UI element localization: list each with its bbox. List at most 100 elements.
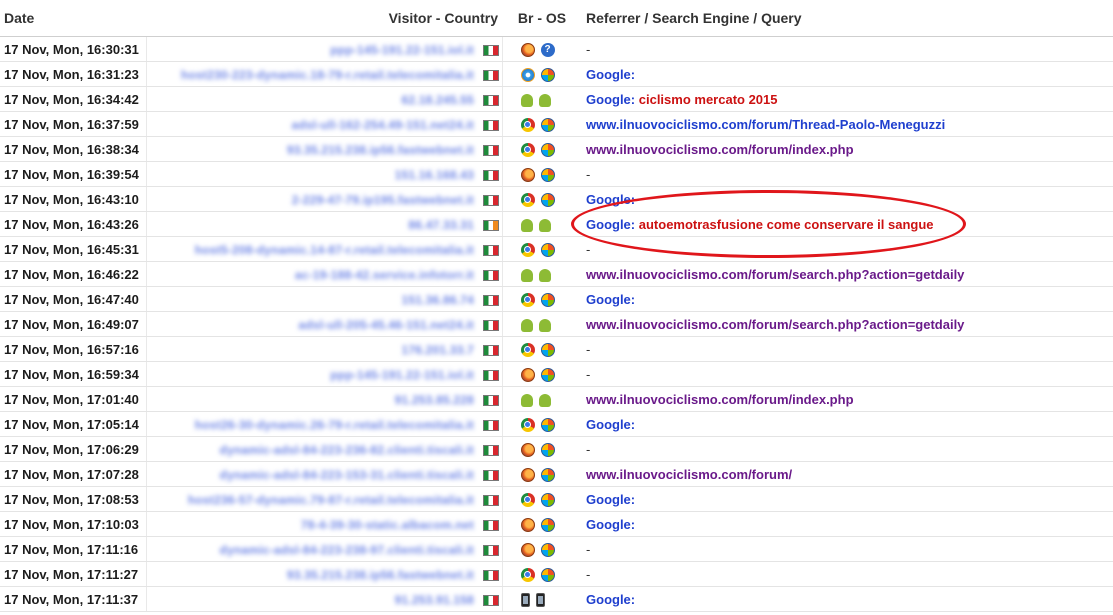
- visit-date: 17 Nov, Mon, 16:47:40: [0, 286, 147, 312]
- visit-date: 17 Nov, Mon, 17:08:53: [0, 486, 147, 512]
- referrer-cell: www.ilnuovociclismo.com/forum/search.php…: [578, 311, 1113, 337]
- referrer-google-link[interactable]: Google:: [586, 417, 635, 432]
- firefox-icon: [520, 517, 535, 532]
- referrer-url-link[interactable]: www.ilnuovociclismo.com/forum/Thread-Pao…: [586, 117, 945, 132]
- referrer-url-link[interactable]: www.ilnuovociclismo.com/forum/: [586, 467, 792, 482]
- visit-date: 17 Nov, Mon, 17:10:03: [0, 511, 147, 537]
- visitor-hostname[interactable]: 91.253.85.228: [395, 393, 474, 407]
- visitor-cell: dynamic-adsl-84-223-238-97.clienti.tisca…: [146, 536, 480, 562]
- referrer-google-link[interactable]: Google:: [586, 67, 635, 82]
- android-icon: [538, 318, 551, 332]
- visitor-hostname[interactable]: 151.36.86.74: [402, 293, 474, 307]
- referrer-google-link[interactable]: Google:: [586, 217, 635, 232]
- browser-os-cell: [502, 486, 579, 512]
- browser-os-cell: [502, 536, 579, 562]
- visitor-hostname[interactable]: 78-4-39-30-static.albacom.net: [301, 518, 474, 532]
- visitor-hostname[interactable]: 93.35.215.238.ip56.fastwebnet.it: [287, 568, 474, 582]
- visitor-cell: adsl-ull-162-254.49-151.net24.it: [146, 111, 480, 137]
- column-header-referrer[interactable]: Referrer / Search Engine / Query: [578, 0, 1113, 37]
- visitor-hostname[interactable]: dynamic-adsl-84-223-238-97.clienti.tisca…: [220, 543, 474, 557]
- column-header-visitor-country[interactable]: Visitor - Country: [146, 0, 503, 37]
- country-cell: [480, 286, 503, 312]
- referrer-google-link[interactable]: Google:: [586, 292, 635, 307]
- visitor-hostname[interactable]: 93.35.215.238.ip56.fastwebnet.it: [287, 143, 474, 157]
- column-header-date[interactable]: Date: [0, 0, 146, 37]
- visit-date: 17 Nov, Mon, 16:59:34: [0, 361, 147, 387]
- referrer-google-link[interactable]: Google:: [586, 592, 635, 607]
- table-header-row: Date Visitor - Country Br - OS Referrer …: [0, 0, 1113, 37]
- table-row: 17 Nov, Mon, 17:11:37 91.253.91.158 Google…: [0, 586, 1113, 612]
- visitor-hostname[interactable]: ppp-145-191.22-151.iol.it: [330, 43, 474, 57]
- browser-os-cell: [502, 561, 579, 587]
- italy-flag-icon: [482, 544, 499, 556]
- windows-icon: [540, 67, 555, 82]
- visitor-hostname[interactable]: adsl-ull-205-45.46-151.net24.it: [298, 318, 474, 332]
- android-icon: [538, 93, 551, 107]
- referrer-cell: www.ilnuovociclismo.com/forum/search.php…: [578, 261, 1113, 287]
- referrer-google-link[interactable]: Google:: [586, 192, 635, 207]
- table-row: 17 Nov, Mon, 16:39:54 151.16.168.43 -: [0, 161, 1113, 187]
- referrer-url-link[interactable]: www.ilnuovociclismo.com/forum/search.php…: [586, 317, 964, 332]
- referrer-google-link[interactable]: Google:: [586, 517, 635, 532]
- country-cell: [480, 261, 503, 287]
- country-cell: [480, 511, 503, 537]
- browser-os-cell: [502, 111, 579, 137]
- referrer-url-link[interactable]: www.ilnuovociclismo.com/forum/index.php: [586, 392, 854, 407]
- italy-flag-icon: [482, 69, 499, 81]
- referrer-none: -: [586, 341, 591, 357]
- country-cell: [480, 336, 503, 362]
- browser-os-cell: [502, 336, 579, 362]
- referrer-url-link[interactable]: www.ilnuovociclismo.com/forum/search.php…: [586, 267, 964, 282]
- android-icon: [520, 393, 533, 407]
- visitor-hostname[interactable]: dynamic-adsl-84-223-153-31.clienti.tisca…: [220, 468, 474, 482]
- search-query-text[interactable]: autoemotrasfusione come conservare il sa…: [639, 217, 934, 232]
- table-row: 17 Nov, Mon, 16:34:42 62.18.245.55 Google:…: [0, 86, 1113, 112]
- visitor-hostname[interactable]: dynamic-adsl-84-223-236-82.clienti.tisca…: [220, 443, 474, 457]
- table-row: 17 Nov, Mon, 17:01:40 91.253.85.228 www.il…: [0, 386, 1113, 412]
- referrer-url-link[interactable]: www.ilnuovociclismo.com/forum/index.php: [586, 142, 854, 157]
- italy-flag-icon: [482, 419, 499, 431]
- visitor-cell: 176.201.33.7: [146, 336, 480, 362]
- search-query-text[interactable]: ciclismo mercato 2015: [639, 92, 778, 107]
- visitor-hostname[interactable]: 151.16.168.43: [395, 168, 474, 182]
- visitor-hostname[interactable]: host5-208-dynamic.14-87-r.retail.telecom…: [195, 243, 474, 257]
- visitor-hostname[interactable]: ac-19-188-42.service.infotorr.it: [295, 268, 474, 282]
- visitor-hostname[interactable]: host230-223-dynamic.18-79-r.retail.telec…: [181, 68, 474, 82]
- visitor-hostname[interactable]: adsl-ull-162-254.49-151.net24.it: [292, 118, 475, 132]
- referrer-cell: -: [578, 536, 1113, 562]
- browser-os-cell: [502, 161, 579, 187]
- visit-date: 17 Nov, Mon, 16:38:34: [0, 136, 147, 162]
- table-row: 17 Nov, Mon, 17:11:27 93.35.215.238.ip56.…: [0, 561, 1113, 587]
- table-row: 17 Nov, Mon, 17:07:28 dynamic-adsl-84-223…: [0, 461, 1113, 487]
- visitor-hostname[interactable]: 2-229-47-79.ip195.fastwebnet.it: [292, 193, 474, 207]
- browser-os-cell: ?: [502, 36, 579, 62]
- column-header-browser-os[interactable]: Br - OS: [502, 0, 579, 37]
- table-row: 17 Nov, Mon, 16:38:34 93.35.215.238.ip56.…: [0, 136, 1113, 162]
- visitor-cell: 93.35.215.238.ip56.fastwebnet.it: [146, 136, 480, 162]
- italy-flag-icon: [482, 394, 499, 406]
- visitor-hostname[interactable]: 91.253.91.158: [395, 593, 474, 607]
- visit-date: 17 Nov, Mon, 16:39:54: [0, 161, 147, 187]
- referrer-cell: -: [578, 561, 1113, 587]
- visitor-hostname[interactable]: 62.18.245.55: [402, 93, 474, 107]
- visitor-cell: 86.47.33.31: [146, 211, 480, 237]
- referrer-cell: Google:: [578, 286, 1113, 312]
- country-cell: [480, 411, 503, 437]
- windows-icon: [540, 467, 555, 482]
- referrer-none: -: [586, 41, 591, 57]
- referrer-cell: www.ilnuovociclismo.com/forum/index.php: [578, 136, 1113, 162]
- referrer-google-link[interactable]: Google:: [586, 492, 635, 507]
- visitor-hostname[interactable]: host26-30-dynamic.26-79-r.retail.telecom…: [195, 418, 474, 432]
- visitor-hostname[interactable]: 176.201.33.7: [402, 343, 474, 357]
- visitor-hostname[interactable]: host236-57-dynamic.79-87-r.retail.teleco…: [188, 493, 474, 507]
- visitor-hostname[interactable]: ppp-145-191.22-151.iol.it: [330, 368, 474, 382]
- mobile-phone-icon: [520, 592, 530, 607]
- referrer-google-link[interactable]: Google:: [586, 92, 635, 107]
- italy-flag-icon: [482, 519, 499, 531]
- table-row: 17 Nov, Mon, 17:11:16 dynamic-adsl-84-223…: [0, 536, 1113, 562]
- visitor-cell: ppp-145-191.22-151.iol.it: [146, 36, 480, 62]
- visitor-hostname[interactable]: 86.47.33.31: [408, 218, 474, 232]
- visitor-cell: 91.253.85.228: [146, 386, 480, 412]
- windows-icon: [540, 142, 555, 157]
- country-cell: [480, 586, 503, 612]
